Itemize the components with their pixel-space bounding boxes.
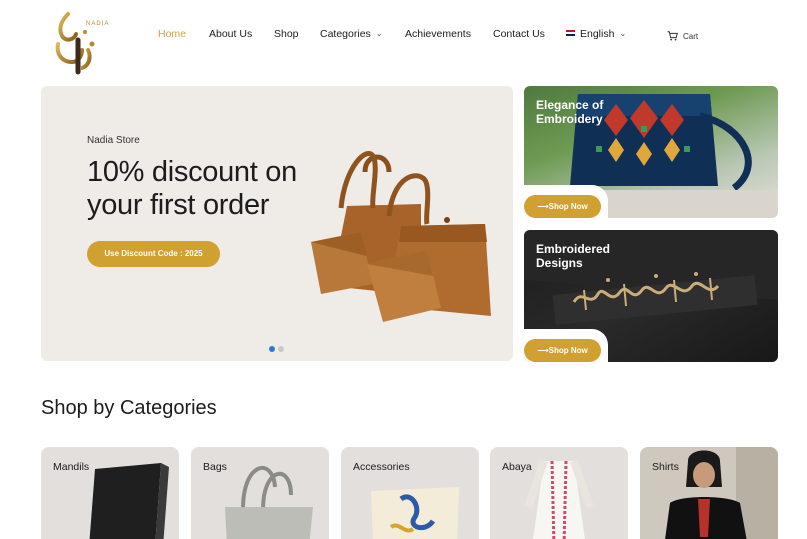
category-label: Accessories — [353, 461, 410, 473]
category-card-mandils[interactable]: Mandils — [41, 447, 179, 539]
nav-home[interactable]: Home — [158, 28, 186, 40]
category-card-abaya[interactable]: Abaya — [490, 447, 628, 539]
nav-about-us[interactable]: About Us — [209, 28, 252, 40]
promo-title: Elegance of Embroidery — [536, 98, 604, 126]
cart-button[interactable]: Cart — [667, 31, 698, 41]
language-selector[interactable]: English ⌄ — [566, 28, 626, 40]
nav-achievements[interactable]: Achievements — [405, 28, 471, 40]
chevron-down-icon: ⌄ — [619, 29, 627, 38]
nav-shop[interactable]: Shop — [274, 28, 299, 40]
slider-dot-2[interactable] — [278, 346, 284, 352]
hero-title: 10% discount on your first order — [87, 156, 297, 221]
category-label: Abaya — [502, 461, 532, 473]
promo-card-embroidery[interactable]: Elegance of Embroidery ⟶Shop Now — [524, 86, 778, 218]
brand-logo[interactable] — [48, 10, 114, 76]
shop-now-button[interactable]: ⟶Shop Now — [524, 339, 601, 362]
section-title: Shop by Categories — [41, 397, 217, 419]
category-label: Bags — [203, 461, 227, 473]
hero-banner: Nadia Store 10% discount on your first o… — [41, 86, 513, 361]
brand-logo-text: NADIA — [86, 21, 110, 27]
hero-subtitle: Nadia Store — [87, 135, 140, 146]
cart-icon — [667, 31, 678, 41]
discount-code-button[interactable]: Use Discount Code : 2025 — [87, 241, 220, 267]
category-label: Shirts — [652, 461, 679, 473]
category-card-bags[interactable]: Bags — [191, 447, 329, 539]
chevron-down-icon: ⌄ — [375, 29, 383, 38]
nav-contact-us[interactable]: Contact Us — [493, 28, 545, 40]
shop-now-button[interactable]: ⟶Shop Now — [524, 195, 601, 218]
nav-categories-label: Categories — [320, 28, 371, 40]
category-label: Mandils — [53, 461, 90, 473]
language-label: English — [580, 28, 615, 40]
category-card-shirts[interactable]: Shirts — [640, 447, 778, 539]
promo-title: Embroidered Designs — [536, 242, 611, 270]
cart-label: Cart — [683, 32, 699, 41]
uk-flag-icon — [566, 30, 575, 36]
site-header: NADIA Home About Us Shop Categories ⌄ Ach… — [0, 0, 807, 80]
leather-bags-image — [311, 151, 491, 322]
slider-dot-1[interactable] — [269, 346, 275, 352]
category-card-accessories[interactable]: Accessories — [341, 447, 479, 539]
promo-card-designs[interactable]: Embroidered Designs ⟶Shop Now — [524, 230, 778, 362]
nav-categories[interactable]: Categories ⌄ — [320, 28, 382, 40]
